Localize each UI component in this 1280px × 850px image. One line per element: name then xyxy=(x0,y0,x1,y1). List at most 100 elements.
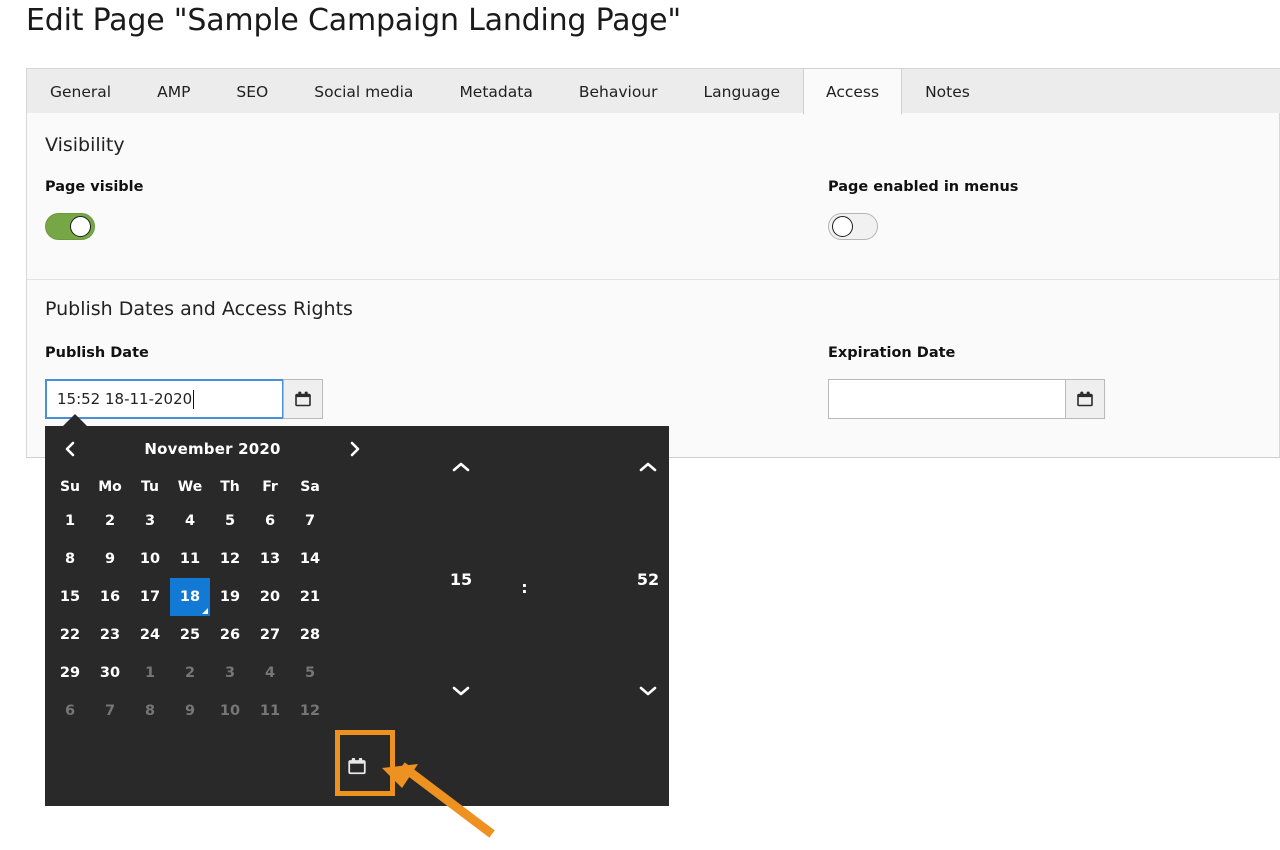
page-visible-toggle[interactable] xyxy=(45,213,95,240)
calendar-header: November 2020 xyxy=(45,426,380,472)
tab-behaviour[interactable]: Behaviour xyxy=(556,68,681,115)
tab-general[interactable]: General xyxy=(27,68,134,115)
calendar-day[interactable]: 21 xyxy=(290,578,330,616)
page-title: Edit Page "Sample Campaign Landing Page" xyxy=(26,0,681,42)
app-root: Edit Page "Sample Campaign Landing Page"… xyxy=(0,0,1280,850)
calendar-day[interactable]: 7 xyxy=(290,502,330,540)
calendar-day[interactable]: 11 xyxy=(170,540,210,578)
tab-bar: GeneralAMPSEOSocial mediaMetadataBehavio… xyxy=(26,68,1280,114)
calendar-day[interactable]: 27 xyxy=(250,616,290,654)
datepicker-footer xyxy=(45,726,669,806)
previous-month-button[interactable] xyxy=(57,436,83,462)
calendar-day[interactable]: 1 xyxy=(50,502,90,540)
page-enabled-in-menus-toggle[interactable] xyxy=(828,213,878,240)
expiration-date-calendar-button[interactable] xyxy=(1065,379,1105,419)
calendar-day[interactable]: 10 xyxy=(130,540,170,578)
calendar-day[interactable]: 2 xyxy=(170,654,210,692)
expiration-date-input-group xyxy=(828,379,1105,419)
calendar-icon xyxy=(294,390,312,408)
calendar-weeks: 1234567891011121314151617181920212223242… xyxy=(45,502,380,730)
calendar-day[interactable]: 20 xyxy=(250,578,290,616)
calendar-week-row: 6789101112 xyxy=(50,692,380,730)
calendar-day[interactable]: 4 xyxy=(250,654,290,692)
calendar-day[interactable]: 5 xyxy=(290,654,330,692)
hour-increment-button[interactable] xyxy=(444,454,478,480)
hour-decrement-button[interactable] xyxy=(444,678,478,704)
calendar-day[interactable]: 6 xyxy=(50,692,90,730)
calendar-day[interactable]: 11 xyxy=(250,692,290,730)
minute-value[interactable]: 52 xyxy=(637,570,659,589)
page-visible-label: Page visible xyxy=(45,179,144,195)
tab-amp[interactable]: AMP xyxy=(134,68,213,115)
next-month-button[interactable] xyxy=(342,436,368,462)
weekday-header-row: SuMoTuWeThFrSa xyxy=(50,472,380,502)
calendar-day[interactable]: 25 xyxy=(170,616,210,654)
calendar-day[interactable]: 12 xyxy=(290,692,330,730)
chevron-right-icon xyxy=(348,440,362,458)
publish-dates-heading: Publish Dates and Access Rights xyxy=(45,298,353,320)
calendar-day[interactable]: 19 xyxy=(210,578,250,616)
calendar-icon xyxy=(1076,390,1094,408)
calendar-day[interactable]: 12 xyxy=(210,540,250,578)
calendar-day[interactable]: 29 xyxy=(50,654,90,692)
calendar-day[interactable]: 3 xyxy=(130,502,170,540)
calendar-day[interactable]: 26 xyxy=(210,616,250,654)
datepicker-pointer xyxy=(62,414,88,427)
weekday-header: We xyxy=(170,472,210,502)
calendar-day[interactable]: 30 xyxy=(90,654,130,692)
calendar-day[interactable]: 9 xyxy=(90,540,130,578)
calendar-day[interactable]: 5 xyxy=(210,502,250,540)
chevron-up-icon xyxy=(638,460,658,474)
calendar-day-selected[interactable]: 18 xyxy=(170,578,210,616)
expiration-date-label: Expiration Date xyxy=(828,345,955,361)
calendar-day[interactable]: 24 xyxy=(130,616,170,654)
calendar-day[interactable]: 8 xyxy=(50,540,90,578)
calendar-day[interactable]: 6 xyxy=(250,502,290,540)
weekday-header: Th xyxy=(210,472,250,502)
minute-increment-button[interactable] xyxy=(631,454,665,480)
calendar-day[interactable]: 1 xyxy=(130,654,170,692)
calendar-week-row: 293012345 xyxy=(50,654,380,692)
calendar-day[interactable]: 3 xyxy=(210,654,250,692)
calendar-month-title: November 2020 xyxy=(144,440,280,458)
calendar-day[interactable]: 14 xyxy=(290,540,330,578)
calendar-day[interactable]: 7 xyxy=(90,692,130,730)
calendar-day[interactable]: 22 xyxy=(50,616,90,654)
tab-metadata[interactable]: Metadata xyxy=(436,68,555,115)
publish-date-calendar-button[interactable] xyxy=(283,379,323,419)
minute-stepper: 52 xyxy=(618,454,678,704)
weekday-header: Su xyxy=(50,472,90,502)
publish-date-input[interactable]: 15:52 18-11-2020 xyxy=(45,379,283,419)
expiration-date-input[interactable] xyxy=(828,379,1065,419)
datepicker-popup: November 2020 SuMoTuWeThFrSa 12345678910… xyxy=(45,426,669,806)
visibility-heading: Visibility xyxy=(45,134,125,156)
chevron-down-icon xyxy=(638,684,658,698)
calendar-day[interactable]: 10 xyxy=(210,692,250,730)
chevron-down-icon xyxy=(451,684,471,698)
calendar-day[interactable]: 15 xyxy=(50,578,90,616)
minute-decrement-button[interactable] xyxy=(631,678,665,704)
chevron-up-icon xyxy=(451,460,471,474)
tab-social-media[interactable]: Social media xyxy=(291,68,436,115)
tab-notes[interactable]: Notes xyxy=(902,68,993,115)
calendar-day[interactable]: 9 xyxy=(170,692,210,730)
calendar-week-row: 15161718192021 xyxy=(50,578,380,616)
calendar-day[interactable]: 17 xyxy=(130,578,170,616)
section-divider xyxy=(27,279,1279,280)
calendar-day[interactable]: 13 xyxy=(250,540,290,578)
tab-language[interactable]: Language xyxy=(681,68,804,115)
publish-date-input-group: 15:52 18-11-2020 xyxy=(45,379,323,419)
calendar-day[interactable]: 28 xyxy=(290,616,330,654)
calendar-icon xyxy=(347,756,367,776)
calendar-week-row: 22232425262728 xyxy=(50,616,380,654)
calendar-day[interactable]: 8 xyxy=(130,692,170,730)
tab-access[interactable]: Access xyxy=(803,68,902,115)
calendar-day[interactable]: 2 xyxy=(90,502,130,540)
page-enabled-in-menus-label: Page enabled in menus xyxy=(828,179,1018,195)
switch-to-calendar-view-button[interactable] xyxy=(339,748,375,784)
tab-seo[interactable]: SEO xyxy=(213,68,291,115)
publish-date-label: Publish Date xyxy=(45,345,149,361)
calendar-day[interactable]: 16 xyxy=(90,578,130,616)
calendar-day[interactable]: 4 xyxy=(170,502,210,540)
calendar-day[interactable]: 23 xyxy=(90,616,130,654)
